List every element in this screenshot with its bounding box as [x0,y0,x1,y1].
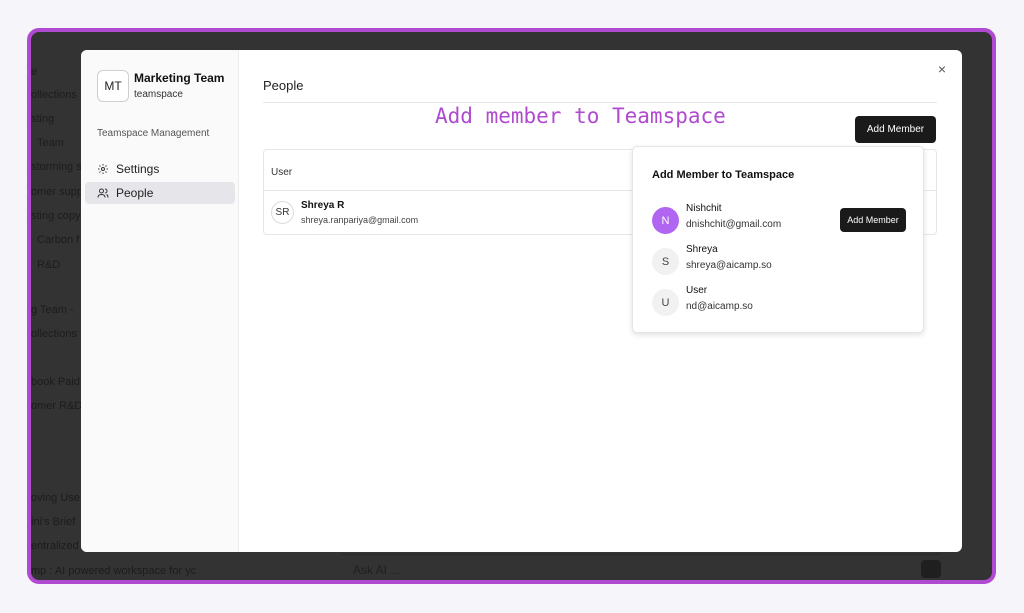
bg-sidebar-item[interactable]: ini's Brief [31,516,75,528]
bg-sidebar-item[interactable]: sting [31,113,54,125]
add-member-button[interactable]: Add Member [855,116,936,143]
candidate-email: shreya@aicamp.so [686,260,772,271]
avatar: SR [271,201,294,224]
team-name: Marketing Team [134,71,225,85]
bg-sidebar-item[interactable]: e [31,66,37,78]
candidate-name: User [686,285,708,296]
bg-sidebar-item[interactable]: omer supp [31,186,83,198]
tutorial-caption: Add member to Teamspace [435,104,726,128]
bg-sidebar-item[interactable]: entralized [31,540,79,552]
add-member-popover: Add Member to Teamspace N Nishchit dnish… [632,146,924,333]
page-title: People [263,78,304,93]
add-member-button-nishchit[interactable]: Add Member [840,208,906,232]
bg-sidebar-item[interactable]: sting copy [31,210,81,222]
avatar: S [652,248,679,275]
avatar: U [652,289,679,316]
bg-sidebar-item[interactable]: Team [37,137,64,149]
list-item[interactable]: N Nishchit dnishchit@gmail.com Add Membe… [633,203,923,237]
modal-sidebar: MT Marketing Team teamspace Teamspace Ma… [81,50,239,552]
member-name: Shreya R [301,200,345,211]
candidate-name: Nishchit [686,203,722,214]
people-icon [97,188,109,198]
gear-icon [98,164,108,174]
team-avatar: MT [97,70,129,102]
popover-title: Add Member to Teamspace [652,169,795,181]
candidate-email: dnishchit@gmail.com [686,219,782,230]
background-ask-bar: Ask AI ... [341,554,941,580]
nav-item-settings[interactable]: Settings [85,158,235,180]
list-item[interactable]: S Shreya shreya@aicamp.so [633,244,923,278]
nav-item-people[interactable]: People [85,182,235,204]
bg-sidebar-item[interactable]: ollections [31,328,77,340]
ask-ai-input[interactable]: Ask AI ... [353,563,400,577]
bg-sidebar-item[interactable]: oving Use [31,492,80,504]
bg-sidebar-item[interactable]: R&D [37,259,60,271]
candidate-email: nd@aicamp.so [686,301,753,312]
candidate-name: Shreya [686,244,718,255]
team-type: teamspace [134,89,183,100]
bg-sidebar-item[interactable]: storming s [31,161,82,173]
bg-sidebar-item[interactable]: omer R&D [31,400,82,412]
nav-item-label: Settings [116,162,160,176]
list-item[interactable]: U User nd@aicamp.so [633,285,923,319]
column-header-user: User [271,167,293,178]
bg-sidebar-item[interactable]: mp : AI powered workspace for yc [31,565,196,577]
avatar: N [652,207,679,234]
bg-sidebar-item[interactable]: book Paid [31,376,80,388]
member-email: shreya.ranpariya@gmail.com [301,215,419,225]
send-icon[interactable] [921,560,941,578]
bg-sidebar-item[interactable]: ollections [31,89,77,101]
bg-sidebar-item[interactable]: Carbon f [37,234,79,246]
section-label: Teamspace Management [97,128,210,139]
divider [263,102,937,103]
bg-sidebar-item[interactable]: g Team - [31,304,74,316]
nav-item-label: People [116,186,154,200]
